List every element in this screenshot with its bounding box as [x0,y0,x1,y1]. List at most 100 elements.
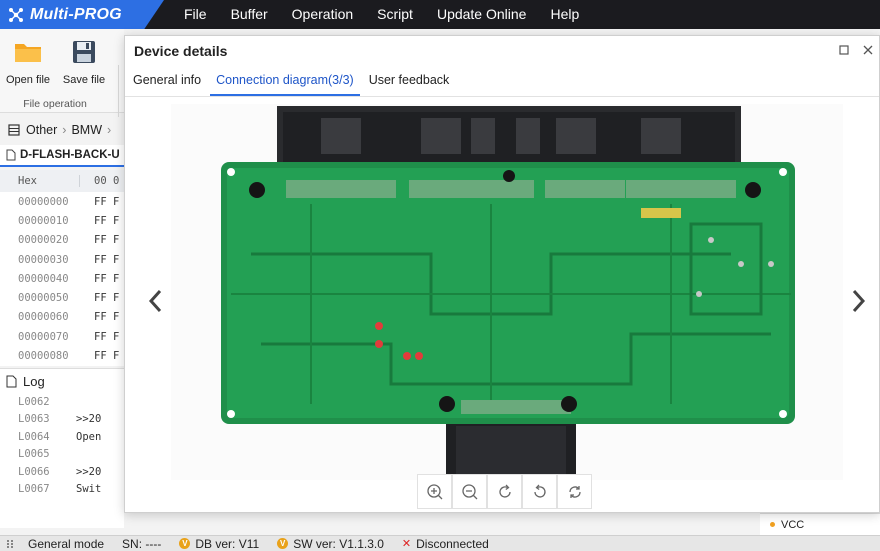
status-mode: General mode [6,537,104,551]
log-line: L0066 >>20 [0,463,124,481]
log-line: L0062 [0,393,124,411]
tab-general-info[interactable]: General info [127,73,207,96]
breadcrumb: Other › BMW › [0,117,124,143]
pin-list-panel: VCC [760,513,880,535]
hex-row-value: FF F [94,272,120,285]
app-brand: Multi-PROG [0,0,164,29]
hex-row-value: FF F [94,350,120,363]
app-title: Multi-PROG [30,5,122,23]
breadcrumb-item-other[interactable]: Other [26,123,57,137]
document-icon [6,375,17,387]
log-panel: Log L0062 L0063 >>20 L0064 Open L0065 L006… [0,368,124,528]
reset-icon [568,485,581,498]
hex-row-value: FF F [94,292,120,305]
connection-diagram-image[interactable] [171,104,843,480]
chevron-left-icon [148,289,162,313]
folder-icon [15,44,41,62]
next-image-button[interactable] [849,286,869,316]
log-title: Log [23,373,45,389]
zoom-out-button[interactable] [452,474,487,509]
hex-row[interactable]: 00000080 FF F [0,346,124,365]
maximize-button[interactable] [837,43,851,57]
pcb-board-photo [221,106,795,480]
hex-row-address: 00000080 [18,350,69,363]
main-menu: File Buffer Operation Script Update Onli… [172,0,591,29]
log-line-text: Open [76,430,102,443]
log-lines[interactable]: L0062 L0063 >>20 L0064 Open L0065 L0066 >>2… [0,393,124,498]
version-badge-icon: V [277,538,289,549]
rotate-left-icon [533,484,546,498]
hex-row-address: 00000010 [18,214,69,227]
status-bar: General mode SN: ---- V DB ver: V11 V SW… [0,535,880,551]
hex-row[interactable]: 00000020 FF F [0,231,124,250]
log-line-number: L0063 [18,413,50,426]
breadcrumb-separator: › [62,123,67,137]
hex-row-value: FF F [94,214,120,227]
menu-file[interactable]: File [172,0,219,29]
device-details-dialog: Device details General info Connection d… [124,35,880,513]
hex-row[interactable]: 00000070 FF F [0,327,124,346]
reset-view-button[interactable] [557,474,592,509]
breadcrumb-item-bmw[interactable]: BMW [71,123,102,137]
menu-operation[interactable]: Operation [280,0,365,29]
rotate-right-button[interactable] [487,474,522,509]
rotate-left-button[interactable] [522,474,557,509]
dialog-header: Device details [125,36,879,66]
hex-header-address: Hex [0,175,80,187]
grid-dots-icon [7,539,13,548]
hex-row-address: 00000000 [18,195,69,208]
hex-row[interactable]: 00000050 FF F [0,288,124,307]
hex-row-address: 00000020 [18,234,69,247]
vcc-label: VCC [781,518,805,531]
menu-script[interactable]: Script [365,0,425,29]
log-line-text: Swit [76,483,102,496]
sw-version-text: SW ver: V1.1.3.0 [293,536,384,551]
hex-row[interactable]: 00000000 FF F [0,192,124,211]
hex-row[interactable]: 00000030 FF F [0,250,124,269]
chevron-right-icon [852,289,866,313]
status-db-version: V DB ver: V11 [179,537,259,551]
menu-help[interactable]: Help [538,0,591,29]
hex-row-address: 00000040 [18,272,69,285]
open-file-button[interactable]: Open file [0,39,56,86]
rotate-right-icon [498,484,511,498]
version-badge-icon: V [179,538,191,549]
hex-row[interactable]: 00000040 FF F [0,269,124,288]
zoom-in-button[interactable] [417,474,452,509]
hex-row-address: 00000060 [18,311,69,324]
zoom-out-icon [461,483,477,499]
hex-row[interactable]: 00000060 FF F [0,308,124,327]
file-tab[interactable]: D-FLASH-BACK-U [0,145,124,167]
log-line-text: >>20 [76,413,102,426]
hex-row-value: FF F [94,253,120,266]
hex-row-address: 00000070 [18,330,69,343]
menu-buffer[interactable]: Buffer [219,0,280,29]
bullet-icon [770,522,775,527]
log-line: L0063 >>20 [0,411,124,429]
menu-update-online[interactable]: Update Online [425,0,539,29]
close-button[interactable] [861,43,875,57]
save-file-label: Save file [62,74,106,86]
disconnected-icon: ✕ [401,538,412,550]
hex-row-address: 00000030 [18,253,69,266]
log-line-number: L0064 [18,430,50,443]
previous-image-button[interactable] [145,286,165,316]
hex-row-address: 00000050 [18,292,69,305]
log-header: Log [0,369,124,393]
zoom-in-icon [426,483,442,499]
close-icon [863,45,873,55]
dialog-title: Device details [134,43,228,59]
tab-user-feedback[interactable]: User feedback [363,73,456,96]
hex-row-value: FF F [94,195,120,208]
hex-row[interactable]: 00000010 FF F [0,211,124,230]
status-connection: ✕ Disconnected [402,537,489,551]
hex-row-value: FF F [94,330,120,343]
hex-header-columns: 00 0 [94,175,120,187]
mode-text: General mode [28,536,105,551]
hex-view[interactable]: Hex 00 0 00000000 FF F 00000010 FF F 00000… [0,170,124,366]
save-file-button[interactable]: Save file [56,39,112,86]
tab-connection-diagram[interactable]: Connection diagram(3/3) [210,73,360,96]
breadcrumb-separator: › [107,123,112,137]
log-line-number: L0067 [18,483,50,496]
dialog-tabs: General info Connection diagram(3/3) Use… [125,69,879,97]
